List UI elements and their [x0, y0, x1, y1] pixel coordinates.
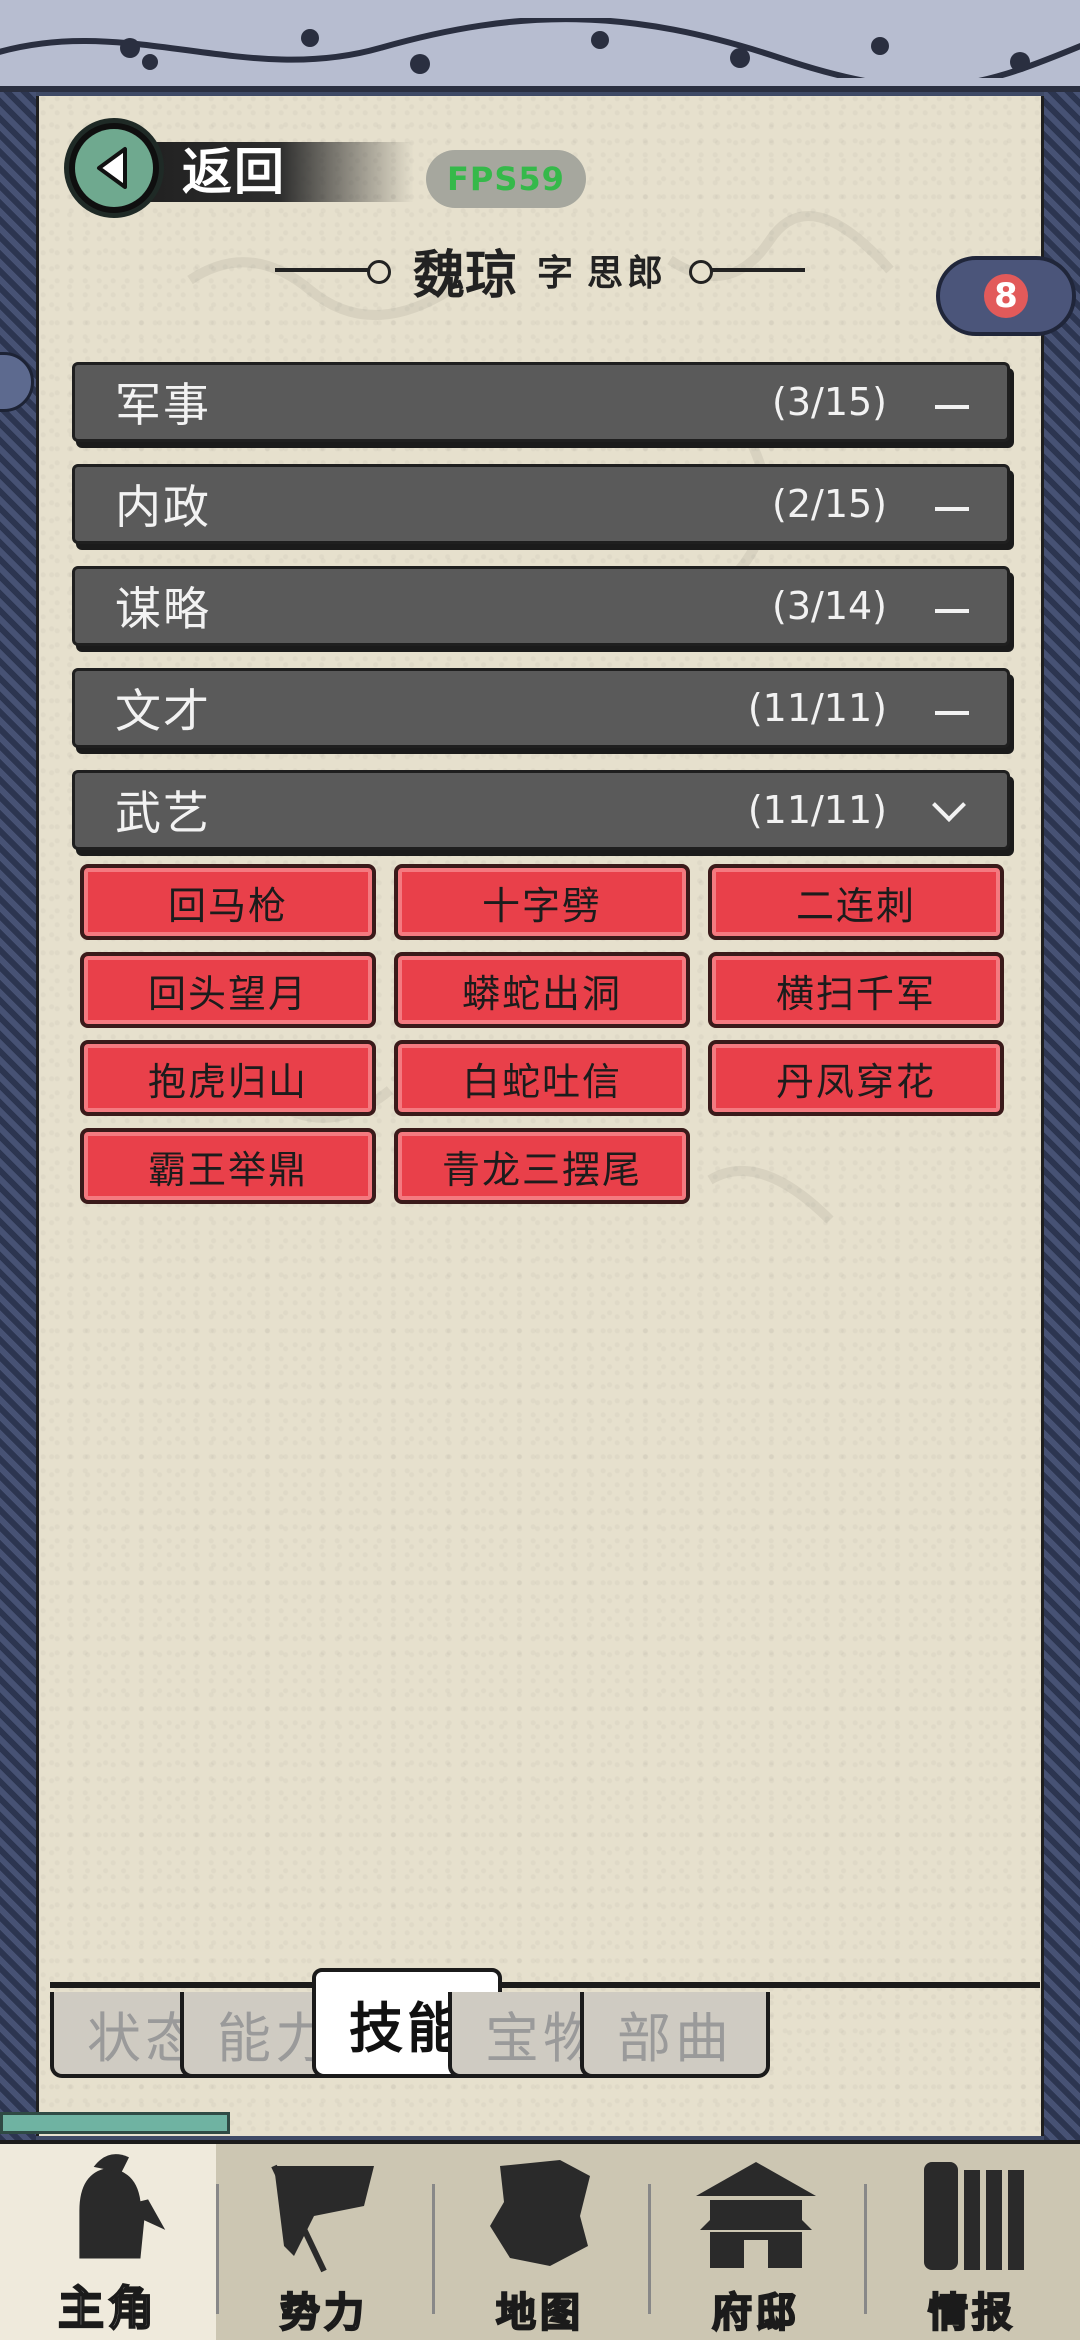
left-ornament-line — [274, 260, 391, 284]
top-decorative-border — [0, 0, 1080, 92]
skill-button[interactable]: 霸王举鼎 — [80, 1128, 376, 1204]
collapse-dash-icon — [935, 507, 969, 511]
collapse-dash-icon — [935, 711, 969, 715]
hero-name-row: 魏琼 字 思郎 — [240, 230, 840, 310]
skill-button[interactable]: 十字劈 — [394, 864, 690, 940]
hero-silhouette-icon — [79, 2154, 166, 2259]
chevron-down-icon — [932, 788, 966, 822]
category-count: (11/11) — [747, 686, 887, 730]
nav-label: 地图 — [495, 2288, 584, 2337]
category-administration[interactable]: 内政 (2/15) — [72, 464, 1010, 544]
bottom-navigation: 主角 势力 地图 府邸 情报 — [0, 2140, 1080, 2340]
category-martial-arts[interactable]: 武艺 (11/11) — [72, 770, 1010, 850]
skill-button[interactable]: 回马枪 — [80, 864, 376, 940]
fps-indicator: FPS59 — [426, 150, 586, 208]
courtesy-prefix: 字 — [536, 253, 573, 294]
nav-label: 情报 — [927, 2288, 1016, 2337]
category-strategy[interactable]: 谋略 (3/14) — [72, 566, 1010, 646]
nav-hero[interactable]: 主角 — [0, 2144, 216, 2340]
skill-button[interactable]: 回头望月 — [80, 952, 376, 1028]
category-count: (3/15) — [772, 380, 887, 424]
right-pattern-border — [1044, 92, 1080, 2142]
back-button[interactable]: 返回 — [64, 118, 414, 218]
detail-tab-bar: 状态 能力 技能 宝物 部曲 — [50, 1968, 1040, 2084]
skill-button[interactable]: 青龙三摆尾 — [394, 1128, 690, 1204]
back-arrow-icon — [64, 118, 164, 218]
skill-button[interactable]: 横扫千军 — [708, 952, 1004, 1028]
hero-name: 魏琼 — [412, 245, 517, 306]
nav-label: 府邸 — [711, 2288, 800, 2337]
category-label: 军事 — [115, 378, 211, 432]
mansion-icon — [696, 2162, 816, 2268]
nav-faction[interactable]: 势力 — [216, 2144, 432, 2340]
skill-button[interactable]: 二连刺 — [708, 864, 1004, 940]
martial-skill-grid: 回马枪 十字劈 二连刺 回头望月 蟒蛇出洞 横扫千军 抱虎归山 白蛇吐信 丹凤穿… — [80, 864, 1004, 1204]
notification-count: 8 — [984, 274, 1028, 318]
collapse-dash-icon — [935, 609, 969, 613]
tab-troops[interactable]: 部曲 — [580, 1992, 770, 2078]
back-label: 返回 — [182, 143, 286, 201]
skill-button[interactable]: 丹凤穿花 — [708, 1040, 1004, 1116]
category-count: (11/11) — [747, 788, 887, 832]
active-nav-ribbon — [0, 2112, 230, 2134]
nav-label: 势力 — [279, 2288, 368, 2337]
vine-ornament-icon — [0, 18, 1080, 78]
skill-category-list: 军事 (3/15) 内政 (2/15) 谋略 (3/14) 文才 (11/11)… — [72, 362, 1010, 872]
category-count: (3/14) — [772, 584, 887, 628]
right-ornament-line — [689, 260, 806, 284]
nav-label: 主角 — [57, 2280, 158, 2336]
nav-intel[interactable]: 情报 — [864, 2144, 1080, 2340]
flag-icon — [271, 2164, 374, 2273]
map-icon — [490, 2160, 590, 2266]
skill-button[interactable]: 蟒蛇出洞 — [394, 952, 690, 1028]
scroll-icon — [924, 2162, 1024, 2270]
cloud-notification-badge[interactable]: 8 — [936, 256, 1076, 336]
category-label: 武艺 — [115, 786, 211, 840]
courtesy-name: 思郎 — [587, 253, 668, 294]
category-label: 谋略 — [115, 582, 211, 636]
nav-map[interactable]: 地图 — [432, 2144, 648, 2340]
collapse-dash-icon — [935, 405, 969, 409]
category-literary[interactable]: 文才 (11/11) — [72, 668, 1010, 748]
skill-button[interactable]: 白蛇吐信 — [394, 1040, 690, 1116]
skill-button[interactable]: 抱虎归山 — [80, 1040, 376, 1116]
category-label: 文才 — [115, 684, 211, 738]
category-military[interactable]: 军事 (3/15) — [72, 362, 1010, 442]
category-label: 内政 — [115, 480, 211, 534]
category-count: (2/15) — [772, 482, 887, 526]
nav-mansion[interactable]: 府邸 — [648, 2144, 864, 2340]
